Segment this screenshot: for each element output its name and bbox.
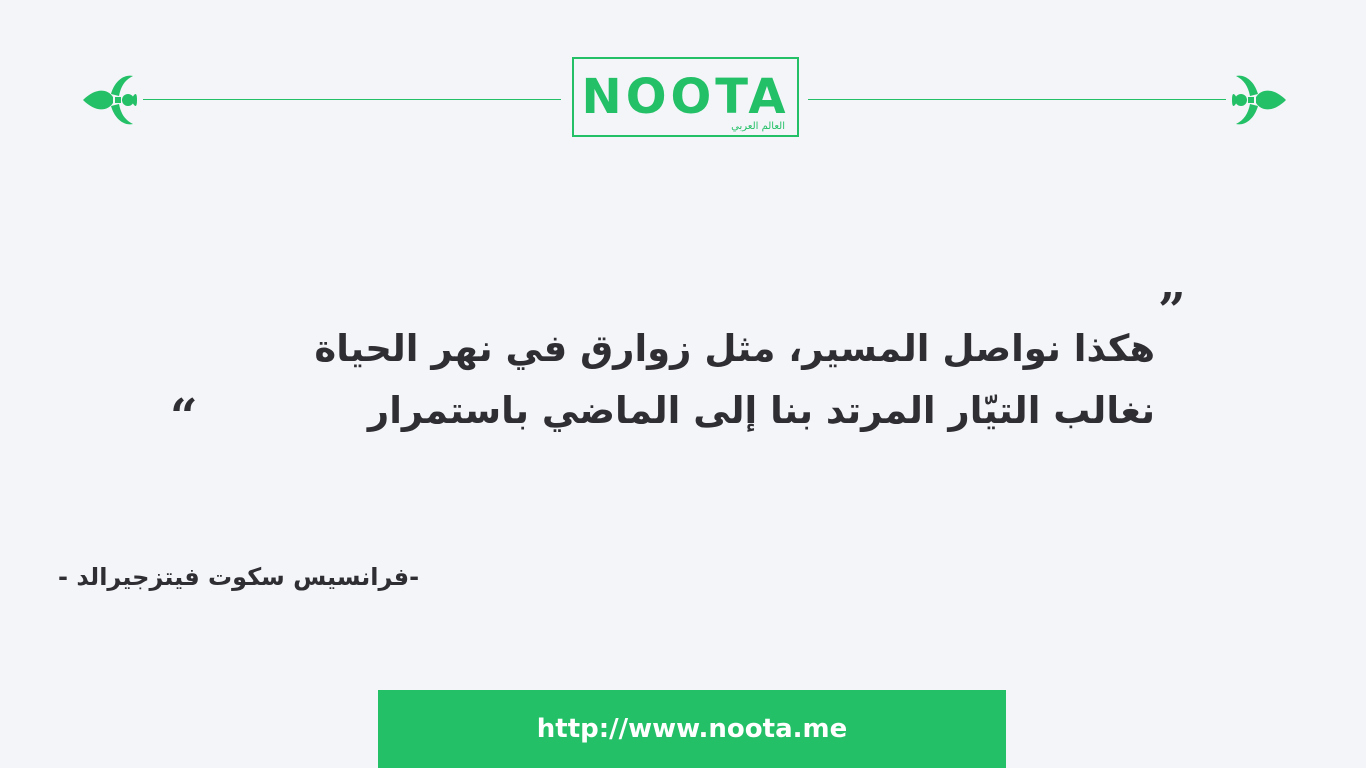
- logo-text: NOOTA: [581, 69, 790, 125]
- right-divider-line: [808, 99, 1226, 100]
- logo-subtitle: العالم العربي: [731, 121, 785, 132]
- fleur-de-lis-icon: [1232, 75, 1286, 125]
- quote-line: هكذا نواصل المسير، مثل زوارق في نهر الحي…: [314, 327, 1155, 370]
- quote-line: نغالب التيّار المرتد بنا إلى الماضي باست…: [367, 389, 1155, 432]
- website-link[interactable]: http://www.noota.me: [378, 712, 1006, 746]
- left-divider-line: [143, 99, 561, 100]
- quote-text: هكذا نواصل المسير، مثل زوارق في نهر الحي…: [180, 318, 1155, 442]
- footer-url-bar[interactable]: http://www.noota.me: [378, 690, 1006, 768]
- fleur-de-lis-icon: [83, 75, 137, 125]
- quote-card: NOOTA العالم العربي ” هكذا نواصل المسير،…: [0, 0, 1366, 768]
- open-quote-mark: ”: [1158, 283, 1186, 339]
- author-name: -فرانسيس سكوت فيتزجيرالد -: [58, 563, 420, 591]
- close-quote-mark: “: [170, 389, 198, 445]
- noota-logo: NOOTA العالم العربي: [572, 57, 799, 137]
